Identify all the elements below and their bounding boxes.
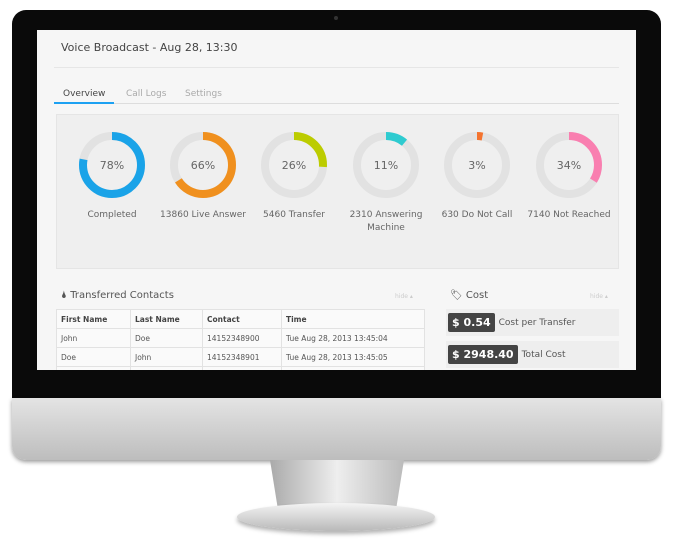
- cell: [281, 366, 425, 370]
- tab-bar: Overview Call Logs Settings: [54, 88, 619, 104]
- donut-label: 13860 Live Answer: [160, 210, 246, 220]
- cell: [56, 366, 131, 370]
- fire-icon: 🌢: [61, 290, 67, 301]
- contacts-title: Transferred Contacts: [70, 290, 174, 301]
- column-header: Last Name: [130, 309, 203, 329]
- donut-3: 11% 2310 Answering Machine: [340, 130, 432, 235]
- cost-badge: $ 2948.40: [448, 345, 518, 364]
- tab-call-logs[interactable]: Call Logs: [126, 89, 166, 99]
- page-title: Voice Broadcast - Aug 28, 13:30: [61, 41, 238, 54]
- donut-percent: 34%: [557, 159, 581, 172]
- column-header: Contact: [202, 309, 282, 329]
- cost-hide-link[interactable]: hide ▴: [590, 293, 608, 300]
- donut-1: 66% 13860 Live Answer: [157, 130, 249, 222]
- cost-per-transfer: $ 0.54 Cost per Transfer: [446, 309, 619, 336]
- total-cost: $ 2948.40 Total Cost: [446, 341, 619, 368]
- cell: Tue Aug 28, 2013 13:45:04: [281, 328, 425, 348]
- donut-percent: 3%: [468, 159, 485, 172]
- divider: [54, 67, 619, 68]
- table-row: [56, 366, 425, 370]
- column-header: Time: [281, 309, 425, 329]
- donut-percent: 11%: [374, 159, 398, 172]
- cell: [202, 366, 282, 370]
- donut-chart: 66%: [170, 132, 236, 198]
- contacts-header: 🌢 Transferred Contacts: [61, 290, 174, 301]
- column-header: First Name: [56, 309, 131, 329]
- donut-label: 5460 Transfer: [263, 210, 325, 220]
- cost-title: Cost: [465, 290, 489, 301]
- cell: John: [130, 347, 203, 367]
- donut-percent: 78%: [100, 159, 124, 172]
- donut-label: 630 Do Not Call: [441, 210, 513, 220]
- donut-percent: 66%: [191, 159, 215, 172]
- donut-5: 34% 7140 Not Reached: [523, 130, 615, 222]
- donut-label: 2310 Answering Machine: [349, 210, 423, 233]
- donut-chart: 78%: [79, 132, 145, 198]
- contacts-hide-link[interactable]: hide ▴: [395, 293, 413, 300]
- donut-percent: 26%: [282, 159, 306, 172]
- table-row: John Doe 14152348900 Tue Aug 28, 2013 13:45…: [56, 328, 425, 348]
- donut-chart: 11%: [353, 132, 419, 198]
- cell: Doe: [56, 347, 131, 367]
- cell: John: [56, 328, 131, 348]
- donut-chart: 34%: [536, 132, 602, 198]
- table-row: Doe John 14152348901 Tue Aug 28, 2013 13:45…: [56, 347, 425, 367]
- tab-settings[interactable]: Settings: [185, 89, 222, 99]
- donut-0: 78% Completed: [66, 130, 158, 222]
- cost-label: Cost per Transfer: [498, 317, 576, 328]
- donut-2: 26% 5460 Transfer: [248, 130, 340, 222]
- cost-label: Total Cost: [521, 349, 566, 360]
- donut-4: 3% 630 Do Not Call: [431, 130, 523, 222]
- cell: Doe: [130, 328, 203, 348]
- cell: 14152348901: [202, 347, 282, 367]
- tab-overview[interactable]: Overview: [54, 89, 115, 104]
- cell: 14152348900: [202, 328, 282, 348]
- cost-badge: $ 0.54: [448, 313, 495, 332]
- cell: [130, 366, 203, 370]
- cost-header: 🏷 Cost: [450, 290, 488, 301]
- contacts-table: First Name Last Name Contact Time John Do…: [56, 309, 425, 370]
- cell: Tue Aug 28, 2013 13:45:05: [281, 347, 425, 367]
- monitor-chin: [12, 398, 661, 460]
- screen: Voice Broadcast - Aug 28, 13:30 Overview…: [37, 30, 636, 370]
- donut-chart: 3%: [444, 132, 510, 198]
- tag-icon: 🏷: [450, 290, 463, 301]
- camera: [334, 16, 338, 20]
- donut-chart: 26%: [261, 132, 327, 198]
- stats-panel: 78% Completed 66% 13860 Live Answer 26% …: [56, 114, 619, 269]
- donut-label: Completed: [87, 210, 137, 220]
- monitor-base: [237, 503, 435, 531]
- table-header-row: First Name Last Name Contact Time: [56, 309, 425, 329]
- donut-label: 7140 Not Reached: [527, 210, 611, 220]
